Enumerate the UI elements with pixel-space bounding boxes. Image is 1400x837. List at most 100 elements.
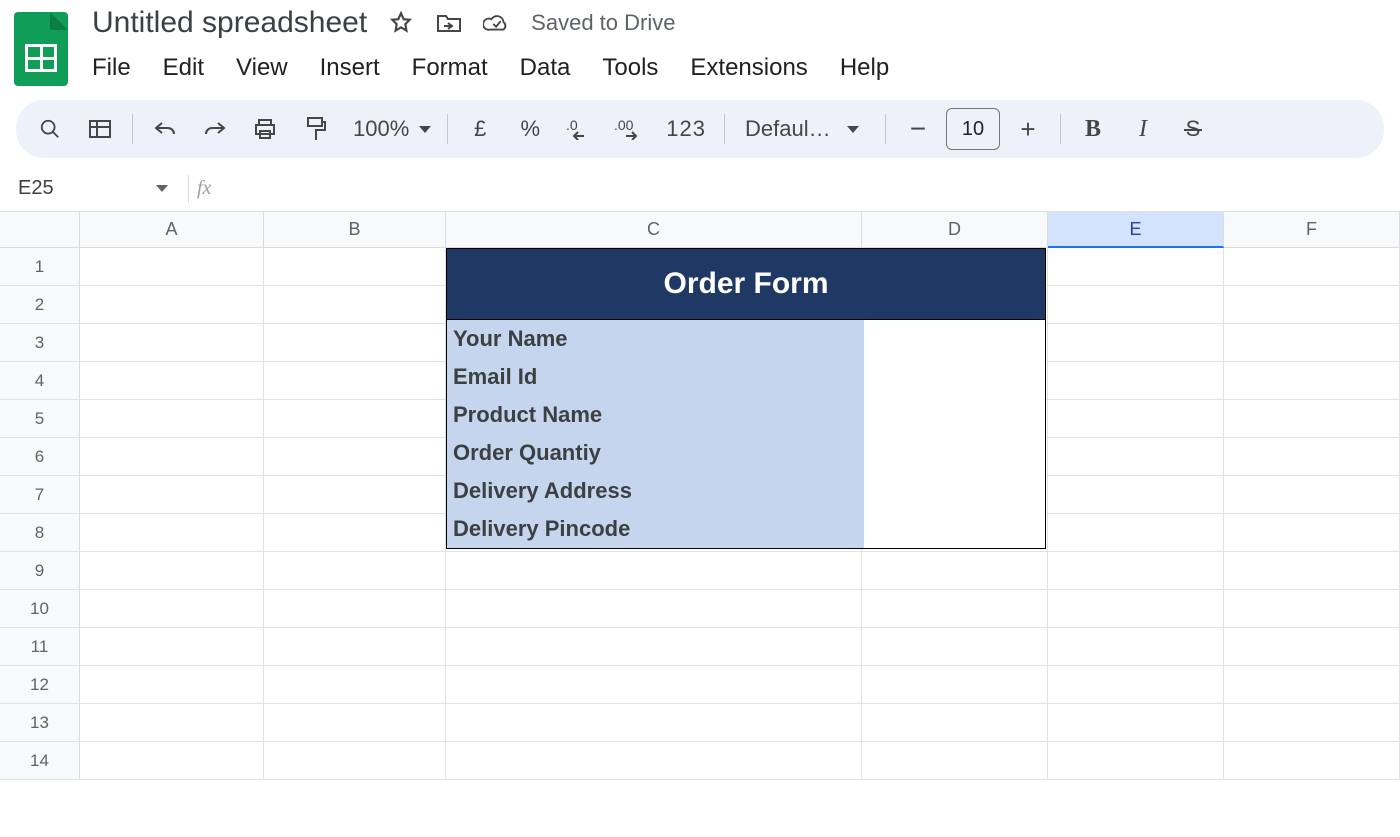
cloud-saved-icon[interactable]: [483, 9, 511, 37]
cell-E2[interactable]: [1048, 286, 1224, 324]
menu-format[interactable]: Format: [412, 54, 488, 82]
row-header-5[interactable]: 5: [0, 400, 80, 438]
cell-D12[interactable]: [862, 666, 1048, 704]
cell-B7[interactable]: [264, 476, 446, 514]
menu-extensions[interactable]: Extensions: [690, 54, 807, 82]
order-form-value[interactable]: [864, 396, 1045, 434]
cell-C9[interactable]: [446, 552, 862, 590]
cell-A3[interactable]: [80, 324, 264, 362]
cell-C11[interactable]: [446, 628, 862, 666]
cell-A14[interactable]: [80, 742, 264, 780]
percent-format-button[interactable]: %: [508, 107, 552, 151]
row-header-6[interactable]: 6: [0, 438, 80, 476]
column-header-B[interactable]: B: [264, 212, 446, 248]
order-form-value[interactable]: [864, 320, 1045, 358]
cell-E12[interactable]: [1048, 666, 1224, 704]
cell-A2[interactable]: [80, 286, 264, 324]
cell-B3[interactable]: [264, 324, 446, 362]
cell-A12[interactable]: [80, 666, 264, 704]
cell-B1[interactable]: [264, 248, 446, 286]
cell-E14[interactable]: [1048, 742, 1224, 780]
cell-E10[interactable]: [1048, 590, 1224, 628]
currency-format-button[interactable]: £: [458, 107, 502, 151]
cell-D11[interactable]: [862, 628, 1048, 666]
cell-D9[interactable]: [862, 552, 1048, 590]
cell-B6[interactable]: [264, 438, 446, 476]
cell-A5[interactable]: [80, 400, 264, 438]
cell-C14[interactable]: [446, 742, 862, 780]
cell-B9[interactable]: [264, 552, 446, 590]
cell-E1[interactable]: [1048, 248, 1224, 286]
name-box[interactable]: E25: [0, 177, 180, 200]
row-header-12[interactable]: 12: [0, 666, 80, 704]
cell-B12[interactable]: [264, 666, 446, 704]
cell-A4[interactable]: [80, 362, 264, 400]
cell-A10[interactable]: [80, 590, 264, 628]
freeze-panes-icon[interactable]: [78, 107, 122, 151]
cell-B11[interactable]: [264, 628, 446, 666]
row-header-3[interactable]: 3: [0, 324, 80, 362]
font-family-dropdown[interactable]: Defaul…: [735, 116, 875, 142]
row-header-2[interactable]: 2: [0, 286, 80, 324]
row-header-13[interactable]: 13: [0, 704, 80, 742]
cell-C13[interactable]: [446, 704, 862, 742]
column-header-D[interactable]: D: [862, 212, 1048, 248]
italic-button[interactable]: I: [1121, 107, 1165, 151]
cell-E6[interactable]: [1048, 438, 1224, 476]
cell-E8[interactable]: [1048, 514, 1224, 552]
menu-data[interactable]: Data: [520, 54, 571, 82]
order-form-value[interactable]: [864, 434, 1045, 472]
cell-B2[interactable]: [264, 286, 446, 324]
cell-F10[interactable]: [1224, 590, 1400, 628]
cell-E3[interactable]: [1048, 324, 1224, 362]
column-header-C[interactable]: C: [446, 212, 862, 248]
redo-icon[interactable]: [193, 107, 237, 151]
menu-insert[interactable]: Insert: [320, 54, 380, 82]
cell-C10[interactable]: [446, 590, 862, 628]
cell-B13[interactable]: [264, 704, 446, 742]
cell-F3[interactable]: [1224, 324, 1400, 362]
cell-E9[interactable]: [1048, 552, 1224, 590]
cell-B4[interactable]: [264, 362, 446, 400]
cell-D13[interactable]: [862, 704, 1048, 742]
order-form-value[interactable]: [864, 510, 1045, 548]
menu-edit[interactable]: Edit: [163, 54, 204, 82]
row-header-1[interactable]: 1: [0, 248, 80, 286]
cell-A9[interactable]: [80, 552, 264, 590]
zoom-dropdown[interactable]: 100%: [343, 107, 437, 151]
row-header-11[interactable]: 11: [0, 628, 80, 666]
order-form-value[interactable]: [864, 472, 1045, 510]
bold-button[interactable]: B: [1071, 107, 1115, 151]
cell-F6[interactable]: [1224, 438, 1400, 476]
cell-B10[interactable]: [264, 590, 446, 628]
row-header-9[interactable]: 9: [0, 552, 80, 590]
cell-F13[interactable]: [1224, 704, 1400, 742]
cell-B14[interactable]: [264, 742, 446, 780]
menu-view[interactable]: View: [236, 54, 288, 82]
row-header-4[interactable]: 4: [0, 362, 80, 400]
decrease-decimal-button[interactable]: .0: [558, 107, 602, 151]
cell-A7[interactable]: [80, 476, 264, 514]
cell-E4[interactable]: [1048, 362, 1224, 400]
cell-A1[interactable]: [80, 248, 264, 286]
cell-A8[interactable]: [80, 514, 264, 552]
document-title[interactable]: Untitled spreadsheet: [92, 6, 367, 40]
cell-C12[interactable]: [446, 666, 862, 704]
menu-tools[interactable]: Tools: [602, 54, 658, 82]
cell-E5[interactable]: [1048, 400, 1224, 438]
increase-decimal-button[interactable]: .00: [608, 107, 652, 151]
row-header-8[interactable]: 8: [0, 514, 80, 552]
cell-D10[interactable]: [862, 590, 1048, 628]
cell-B5[interactable]: [264, 400, 446, 438]
cell-E13[interactable]: [1048, 704, 1224, 742]
print-icon[interactable]: [243, 107, 287, 151]
number-format-button[interactable]: 123: [658, 107, 714, 151]
cell-E7[interactable]: [1048, 476, 1224, 514]
order-form-value[interactable]: [864, 358, 1045, 396]
search-icon[interactable]: [28, 107, 72, 151]
cell-D14[interactable]: [862, 742, 1048, 780]
increase-font-size-button[interactable]: +: [1006, 107, 1050, 151]
spreadsheet-grid[interactable]: ABCDEF1234567891011121314Order FormYour …: [0, 212, 1400, 780]
menu-help[interactable]: Help: [840, 54, 889, 82]
move-to-folder-icon[interactable]: [435, 9, 463, 37]
